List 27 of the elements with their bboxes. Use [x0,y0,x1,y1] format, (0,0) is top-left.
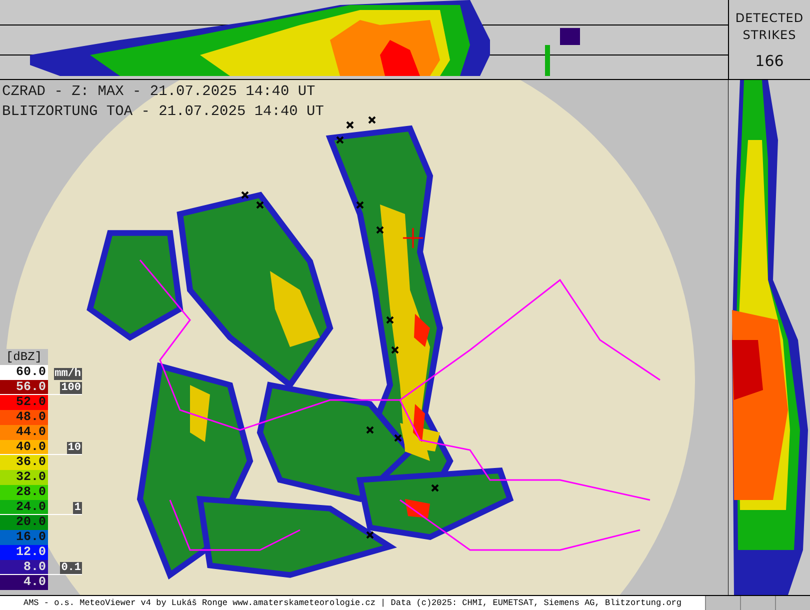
map-title: BLITZORTUNG TOA - 21.07.2025 14:40 UT [2,103,324,122]
legend-value: 48.0 [0,410,48,425]
rate-label: 100 [60,382,82,394]
legend-value: 44.0 [0,425,48,440]
legend-value: 16.0 [0,530,48,545]
legend-value: 52.0 [0,395,48,410]
rate-label: 0.1 [60,562,82,574]
strikes-label: DETECTED STRIKES [734,10,805,44]
legend-value: 4.0 [0,575,48,590]
map-title: CZRAD - Z: MAX - 21.07.2025 14:40 UT [2,83,316,102]
location-cross-icon [402,227,424,249]
legend-value: 12.0 [0,545,48,560]
rate-unit: mm/h [54,368,82,380]
legend-value: 40.0 [0,440,48,454]
legend-value: 36.0 [0,455,48,470]
legend-value: 28.0 [0,485,48,500]
credits-text: AMS - o.s. MeteoViewer v4 by Lukáš Ronge www.amaterskameteorologie.cz | Data (c)2025: CHMI, EUMETSAT, Siemens AG, Blitzortung.org [22,597,682,610]
strikes-count: 166 [755,52,784,70]
rate-label: 10 [66,442,82,454]
legend-value: 60.0 [0,365,48,380]
legend-value: 32.0 [0,470,48,485]
legend-value: 8.0 [0,560,48,574]
legend-value: 24.0 [0,500,48,514]
legend-value: 56.0 [0,380,48,394]
status-box [740,596,775,610]
rate-label: 1 [73,502,82,514]
legend-value: 20.0 [0,515,48,530]
